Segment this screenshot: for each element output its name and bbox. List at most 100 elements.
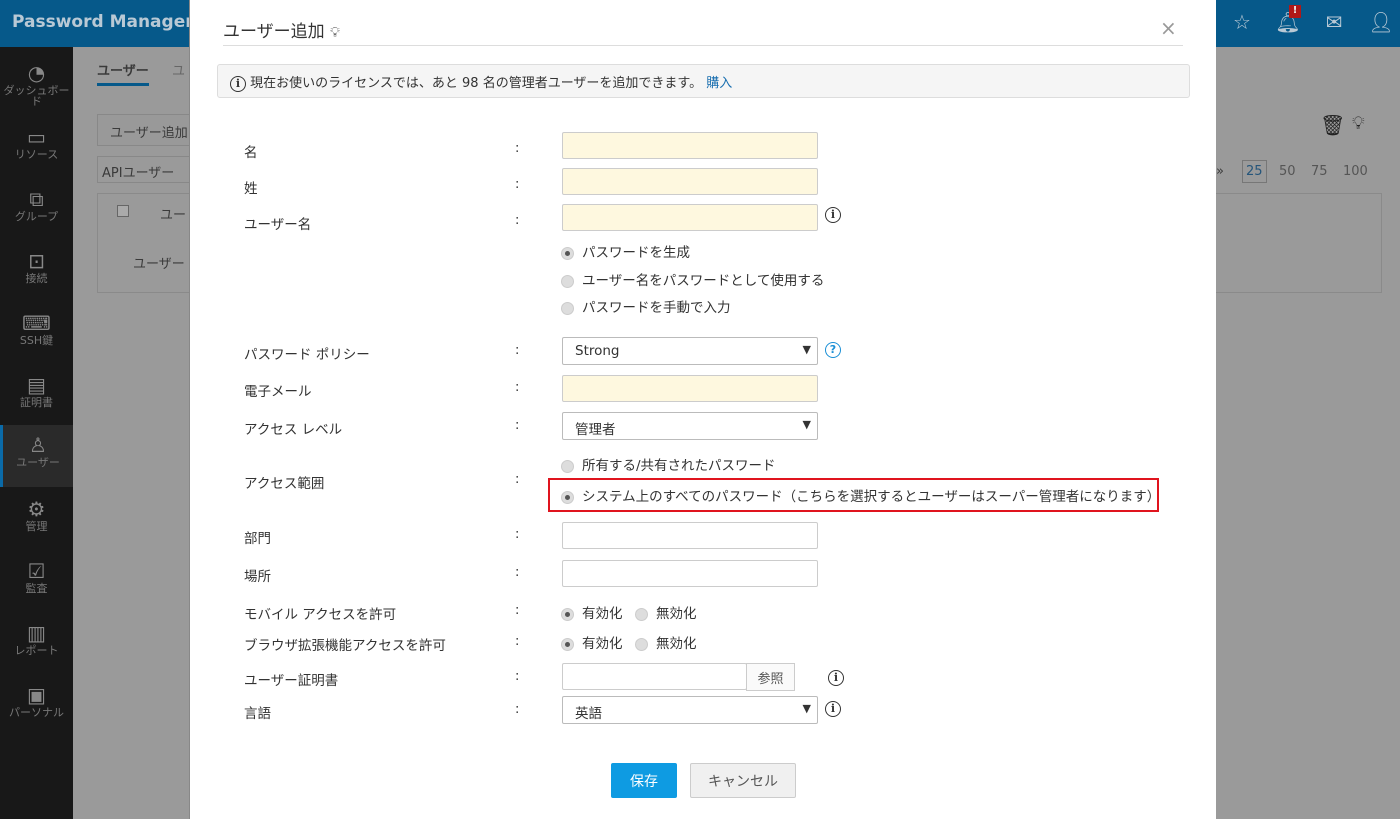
sidebar-item-admin[interactable]: ⚙ 管理 [0, 489, 73, 551]
first-name-label: 名 [244, 145, 258, 161]
colon: : [515, 565, 520, 580]
browser-ext-label: ブラウザ拡張機能アクセスを許可 [244, 638, 446, 654]
email-label: 電子メール [244, 384, 312, 400]
save-button[interactable]: 保存 [611, 763, 677, 798]
sidebar-item-ssh-keys[interactable]: ⌨ SSH鍵 [0, 303, 73, 365]
email-input[interactable] [562, 375, 818, 402]
info-icon[interactable]: i [825, 207, 841, 223]
tab-users[interactable]: ユーザー [97, 60, 149, 86]
cancel-button[interactable]: キャンセル [690, 763, 796, 798]
last-name-input[interactable] [562, 168, 818, 195]
purchase-link[interactable]: 購入 [706, 76, 732, 91]
favorite-user-icon[interactable]: ☆ [1229, 10, 1255, 36]
radio-button[interactable] [561, 274, 574, 288]
mobile-disable-radio[interactable]: 無効化 [635, 602, 697, 622]
department-input[interactable] [562, 522, 818, 549]
column-header-user: ユー [160, 208, 187, 223]
page-size-75[interactable]: 75 [1311, 164, 1328, 179]
trash-icon[interactable]: 🗑︎ [1320, 113, 1345, 137]
certificate-file-input[interactable] [562, 663, 747, 690]
radio-username-as-password[interactable]: ユーザー名をパスワードとして使用する [561, 269, 824, 289]
browser-disable-radio[interactable]: 無効化 [635, 632, 697, 652]
dropdown-arrow-icon: ▼ [802, 343, 811, 356]
info-icon: i [230, 75, 246, 92]
mail-icon[interactable]: ✉ [1321, 10, 1347, 36]
key-icon: ⌨ [22, 311, 51, 335]
sidebar-item-dashboard[interactable]: ◔ ダッシュボード [0, 53, 73, 115]
colon: : [515, 527, 520, 542]
dialog-title: ユーザー追加 💡︎ [223, 22, 340, 42]
username-input[interactable] [562, 204, 818, 231]
mobile-enable-radio[interactable]: 有効化 [561, 602, 623, 622]
sidebar-item-users[interactable]: ♙ ユーザー [0, 425, 73, 487]
department-label: 部門 [244, 531, 271, 547]
first-name-input[interactable] [562, 132, 818, 159]
access-level-select[interactable]: 管理者 ▼ [562, 412, 818, 440]
radio-button[interactable] [561, 301, 574, 315]
colon: : [515, 603, 520, 618]
password-policy-select[interactable]: Strong ▼ [562, 337, 818, 365]
last-page-icon[interactable]: » [1216, 164, 1224, 179]
notification-badge: ! [1289, 5, 1301, 18]
radio-button[interactable] [561, 607, 574, 621]
monitor-icon: ▭ [27, 125, 46, 149]
dropdown-arrow-icon: ▼ [802, 418, 811, 431]
user-filter[interactable]: APIユーザー [97, 156, 197, 183]
gear-icon: ⚙ [27, 497, 46, 521]
radio-button[interactable] [635, 607, 648, 621]
colon: : [515, 177, 520, 192]
username-label: ユーザー名 [244, 217, 312, 233]
lightbulb-icon[interactable]: 💡︎ [330, 25, 340, 41]
radio-button[interactable] [561, 459, 574, 473]
policy-label: パスワード ポリシー [244, 347, 370, 363]
sidebar-item-reports[interactable]: ▥ レポート [0, 613, 73, 675]
colon: : [515, 380, 520, 395]
radio-owned-shared[interactable]: 所有する/共有されたパスワード [561, 454, 776, 474]
colon: : [515, 141, 520, 156]
page-size-100[interactable]: 100 [1343, 164, 1368, 179]
radio-button[interactable] [561, 246, 574, 260]
last-name-label: 姓 [244, 181, 258, 197]
colon: : [515, 669, 520, 684]
page-size-50[interactable]: 50 [1279, 164, 1296, 179]
radio-manual-password[interactable]: パスワードを手動で入力 [561, 296, 731, 316]
sidebar-item-connections[interactable]: ⊡ 接続 [0, 241, 73, 303]
colon: : [515, 634, 520, 649]
lightbulb-icon[interactable]: 💡︎ [1352, 113, 1365, 134]
radio-button[interactable] [561, 490, 574, 504]
access-scope-label: アクセス範囲 [244, 476, 325, 492]
location-input[interactable] [562, 560, 818, 587]
group-icon: ⧉ [29, 187, 44, 211]
divider [223, 45, 1183, 46]
radio-button[interactable] [561, 637, 574, 651]
colon: : [515, 343, 520, 358]
close-button[interactable]: × [1160, 16, 1177, 40]
page-size-25[interactable]: 25 [1242, 160, 1267, 183]
tab-other[interactable]: ユ [172, 60, 185, 79]
colon: : [515, 702, 520, 717]
dashboard-icon: ◔ [27, 61, 46, 85]
sidebar-item-certificates[interactable]: ▤ 証明書 [0, 365, 73, 427]
table-row: ユーザー [133, 257, 185, 272]
info-icon[interactable]: i [828, 670, 844, 686]
certificate-icon: ▤ [27, 373, 46, 397]
colon: : [515, 213, 520, 228]
radio-generate-password[interactable]: パスワードを生成 [561, 241, 690, 261]
sidebar-item-audit[interactable]: ☑ 監査 [0, 551, 73, 613]
user-menu-icon[interactable]: 👤︎ [1368, 10, 1394, 36]
sidebar-item-groups[interactable]: ⧉ グループ [0, 179, 73, 241]
browser-enable-radio[interactable]: 有効化 [561, 632, 623, 652]
radio-button[interactable] [635, 637, 648, 651]
chart-icon: ▥ [27, 621, 46, 645]
add-user-menu[interactable]: ユーザー追加 [97, 114, 197, 146]
help-icon[interactable]: ? [825, 342, 841, 358]
radio-all-passwords[interactable]: システム上のすべてのパスワード（こちらを選択するとユーザーはスーパー管理者になり… [561, 485, 1160, 505]
sidebar-item-resources[interactable]: ▭ リソース [0, 117, 73, 179]
location-label: 場所 [244, 569, 271, 585]
language-select[interactable]: 英語 ▼ [562, 696, 818, 724]
sidebar-item-personal[interactable]: ▣ パーソナル [0, 675, 73, 737]
colon: : [515, 418, 520, 433]
select-all-checkbox[interactable] [117, 205, 129, 217]
info-icon[interactable]: i [825, 701, 841, 717]
browse-button[interactable]: 参照 [746, 663, 795, 691]
